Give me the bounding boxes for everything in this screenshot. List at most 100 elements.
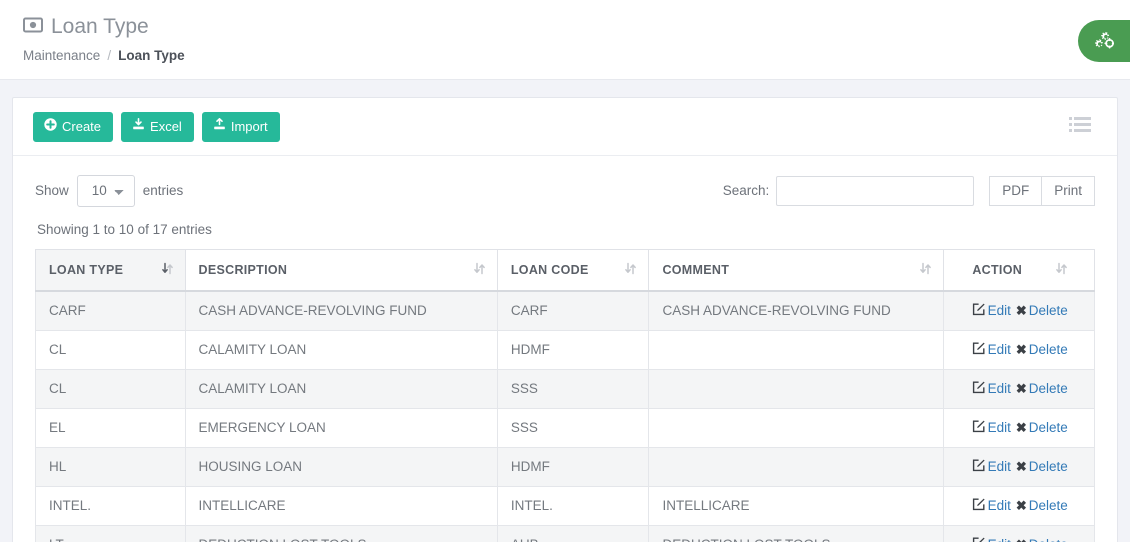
edit-link[interactable]: Edit <box>988 420 1011 435</box>
cell-loan-code: SSS <box>496 368 650 409</box>
money-bill-icon <box>23 16 43 37</box>
list-menu-icon[interactable] <box>1067 115 1093 134</box>
table-row: CL CALAMITY LOAN HDMF Edit ✖ Delete <box>35 329 1095 370</box>
edit-link[interactable]: Edit <box>988 498 1011 513</box>
file-download-icon <box>132 118 145 135</box>
sort-icon <box>1056 262 1067 278</box>
search-label: Search: <box>722 183 770 199</box>
delete-link[interactable]: Delete <box>1029 342 1068 357</box>
pencil-square-icon <box>972 537 985 542</box>
table-row: CARF CASH ADVANCE-REVOLVING FUND CARF CASH … <box>35 290 1095 331</box>
pdf-export-button[interactable]: PDF <box>989 175 1043 206</box>
edit-link[interactable]: Edit <box>988 459 1011 474</box>
column-header-loan-code[interactable]: LOAN CODE <box>496 248 650 292</box>
column-header-label: DESCRIPTION <box>198 262 288 277</box>
cell-loan-type: LT <box>35 524 186 542</box>
settings-fab-button[interactable] <box>1078 20 1130 62</box>
column-header-description[interactable]: DESCRIPTION <box>184 248 498 292</box>
content-area: Create Excel Import Show 10 entries Sear… <box>0 80 1130 542</box>
table-header-row: LOAN TYPE DESCRIPTION LOAN CODE COMMENT … <box>35 248 1095 292</box>
cell-description: INTELLICARE <box>184 485 498 526</box>
table-body: CARF CASH ADVANCE-REVOLVING FUND CARF CASH … <box>35 290 1095 542</box>
cell-comment <box>648 446 945 487</box>
cell-comment <box>648 368 945 409</box>
cell-loan-type: EL <box>35 407 186 448</box>
import-button[interactable]: Import <box>201 112 280 142</box>
column-header-label: COMMENT <box>662 262 730 277</box>
cell-description: HOUSING LOAN <box>184 446 498 487</box>
column-header-label: LOAN TYPE <box>49 262 124 277</box>
table-head: LOAN TYPE DESCRIPTION LOAN CODE COMMENT … <box>35 248 1095 292</box>
pencil-square-icon <box>972 420 985 435</box>
import-button-label: Import <box>230 118 268 134</box>
create-button[interactable]: Create <box>33 112 114 142</box>
cell-action: Edit ✖Delete <box>943 485 1095 526</box>
times-icon: ✖ <box>1015 497 1027 513</box>
breadcrumb: Maintenance / Loan Type <box>23 48 1130 63</box>
cell-comment: DEDUCTION LOST TOOLS <box>648 524 945 542</box>
edit-link[interactable]: Edit <box>988 381 1011 396</box>
delete-link[interactable]: Delete <box>1029 459 1068 474</box>
delete-link[interactable]: Delete <box>1029 381 1068 396</box>
pencil-square-icon <box>972 342 985 357</box>
column-header-comment[interactable]: COMMENT <box>648 248 945 292</box>
cell-action: Edit ✖Delete <box>943 290 1095 331</box>
delete-link[interactable]: Delete <box>1029 303 1068 318</box>
excel-export-button[interactable]: Excel <box>121 112 194 142</box>
breadcrumb-item-maintenance[interactable]: Maintenance <box>23 48 100 63</box>
page-header: Loan Type Maintenance / Loan Type <box>0 0 1130 80</box>
cell-description: CASH ADVANCE-REVOLVING FUND <box>184 290 498 331</box>
page-title: Loan Type <box>23 16 1130 37</box>
pencil-square-icon <box>972 303 985 318</box>
delete-link[interactable]: Delete <box>1029 498 1068 513</box>
cell-comment <box>648 329 945 370</box>
cell-loan-code: HDMF <box>496 446 650 487</box>
edit-link[interactable]: Edit <box>988 342 1011 357</box>
sort-desc-icon <box>161 262 173 278</box>
cell-loan-code: HDMF <box>496 329 650 370</box>
cell-action: Edit ✖Delete <box>943 368 1095 409</box>
cell-description: EMERGENCY LOAN <box>184 407 498 448</box>
datatable-right-controls: Search: PDF Print <box>722 175 1095 206</box>
table-row: CL CALAMITY LOAN SSS Edit ✖ Delete <box>35 368 1095 409</box>
loan-type-table: LOAN TYPE DESCRIPTION LOAN CODE COMMENT … <box>35 248 1095 542</box>
cell-description: DEDUCTION LOST TOOLS <box>184 524 498 542</box>
cell-loan-type: CL <box>35 329 186 370</box>
times-icon: ✖ <box>1015 419 1027 435</box>
cell-action: Edit ✖Delete <box>943 524 1095 542</box>
print-button[interactable]: Print <box>1042 175 1095 206</box>
column-header-action[interactable]: ACTION <box>943 248 1095 292</box>
entries-per-page-select[interactable]: 10 <box>76 174 135 207</box>
delete-link[interactable]: Delete <box>1029 537 1068 542</box>
cell-description: CALAMITY LOAN <box>184 329 498 370</box>
delete-link[interactable]: Delete <box>1029 420 1068 435</box>
datatable-search-control: Search: <box>722 175 975 206</box>
datatable-length-control: Show 10 entries <box>35 174 184 207</box>
card-toolbar: Create Excel Import <box>13 98 1117 156</box>
loan-type-card: Create Excel Import Show 10 entries Sear… <box>12 97 1118 542</box>
excel-export-button-label: Excel <box>150 118 182 134</box>
breadcrumb-item-current: Loan Type <box>118 48 185 63</box>
file-upload-icon <box>213 118 226 135</box>
times-icon: ✖ <box>1015 458 1027 474</box>
cell-comment: INTELLICARE <box>648 485 945 526</box>
cell-loan-code: CARF <box>496 290 650 331</box>
edit-link[interactable]: Edit <box>988 537 1011 542</box>
pencil-square-icon <box>972 381 985 396</box>
cell-action: Edit ✖Delete <box>943 407 1095 448</box>
times-icon: ✖ <box>1015 302 1027 318</box>
cell-loan-type: INTEL. <box>35 485 186 526</box>
column-header-loan-type[interactable]: LOAN TYPE <box>35 248 186 292</box>
search-input[interactable] <box>776 175 975 206</box>
cell-action: Edit ✖Delete <box>943 329 1095 370</box>
times-icon: ✖ <box>1016 537 1027 542</box>
cell-loan-type: CL <box>35 368 186 409</box>
column-header-label: LOAN CODE <box>510 262 589 277</box>
pencil-square-icon <box>972 498 985 513</box>
export-button-group: PDF Print <box>989 175 1095 206</box>
cell-loan-type: HL <box>35 446 186 487</box>
edit-link[interactable]: Edit <box>988 303 1011 318</box>
entries-label: entries <box>142 183 184 199</box>
cell-loan-code: AUB <box>496 524 650 542</box>
cell-comment <box>648 407 945 448</box>
